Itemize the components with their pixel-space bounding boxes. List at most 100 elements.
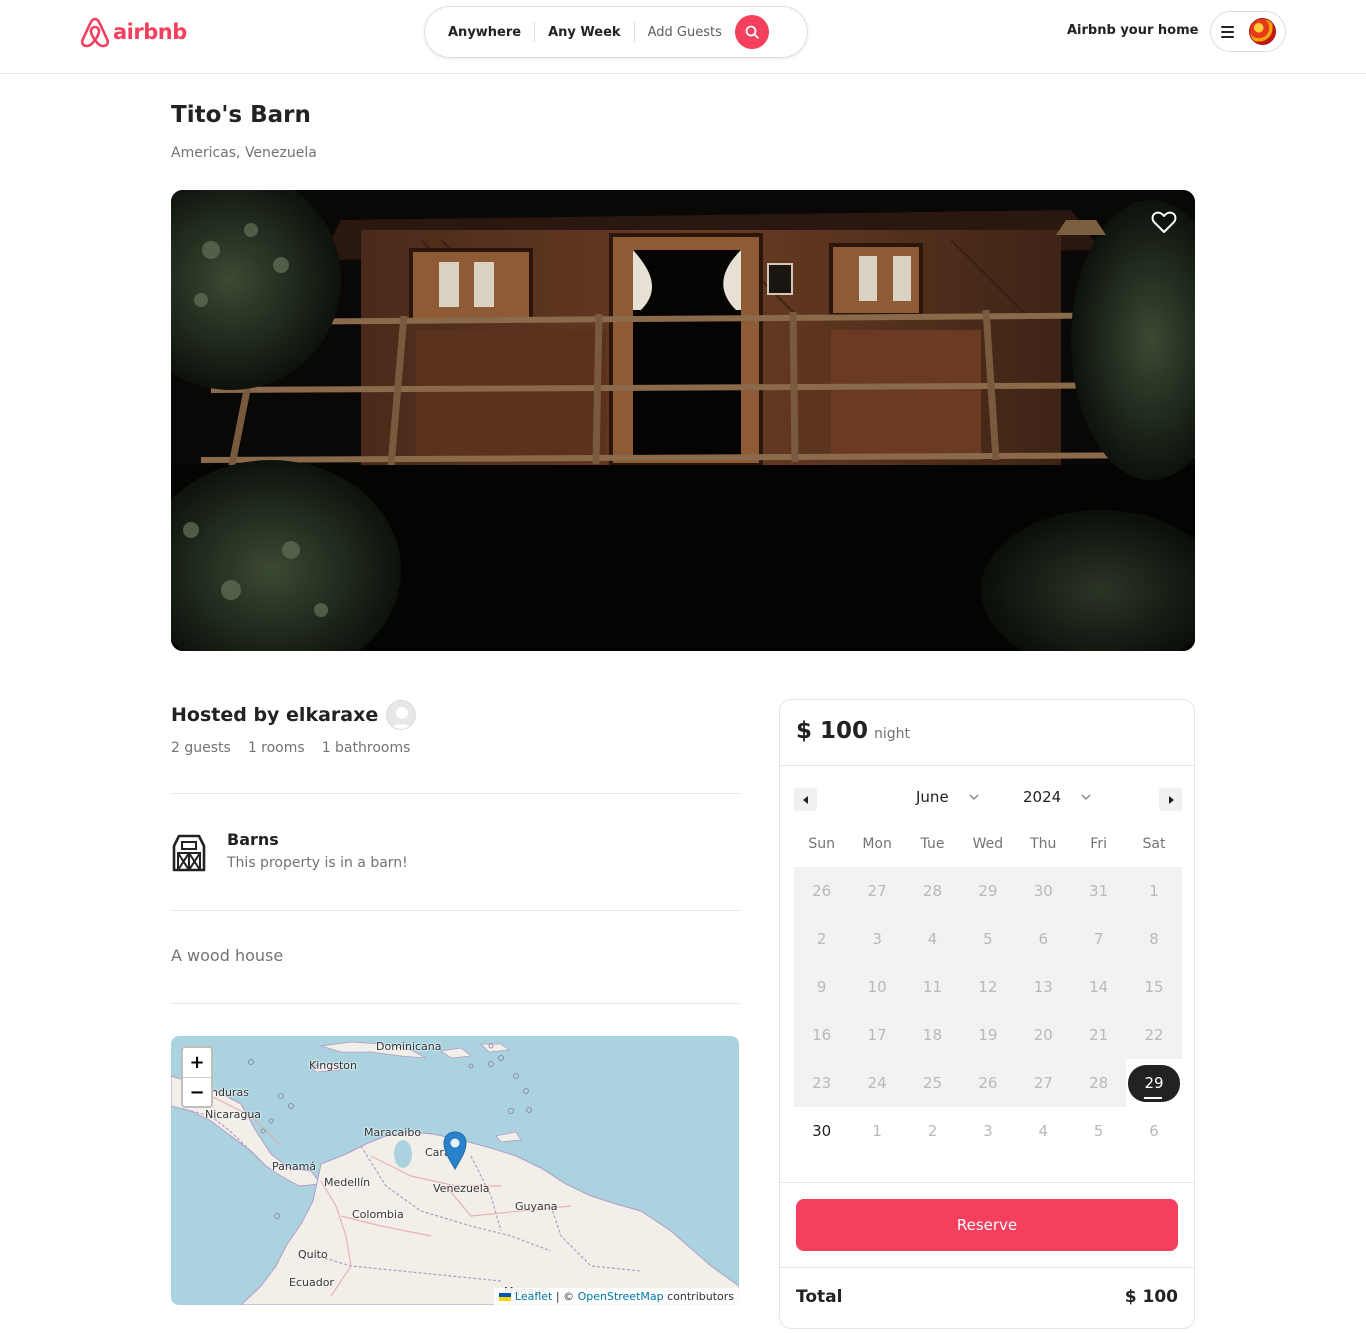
calendar-day: 14 <box>1070 963 1127 1011</box>
weekday-label: Sat <box>1142 836 1166 852</box>
osm-link[interactable]: OpenStreetMap <box>578 1290 664 1303</box>
host-avatar <box>386 700 417 730</box>
calendar-days: 26 27 28 29 30 31 1 2 3 4 5 6 7 8 9 10 11 12 13 14 15 16 17 18 1… <box>794 867 1182 1155</box>
calendar-day: 23 <box>794 1059 850 1107</box>
calendar-day: 1 <box>872 1122 882 1140</box>
calendar-day: 30 <box>1015 867 1071 915</box>
search-where[interactable]: Anywhere <box>435 25 534 40</box>
calendar-day: 26 <box>960 1059 1016 1107</box>
weekday-label: Wed <box>972 836 1004 852</box>
search-when[interactable]: Any Week <box>535 25 633 40</box>
category-title: Barns <box>227 830 279 849</box>
year-select[interactable]: 2024 <box>1023 788 1091 806</box>
calendar-nav: June 2024 <box>794 788 1182 812</box>
attribution-separator: | © <box>552 1290 578 1303</box>
calendar-day: 10 <box>849 963 905 1011</box>
chevron-down-icon <box>969 794 979 801</box>
calendar-day: 29 <box>960 867 1016 915</box>
calendar-day: 24 <box>849 1059 905 1107</box>
calendar-day: 20 <box>1015 1011 1071 1059</box>
month-select[interactable]: June <box>916 788 979 806</box>
caret-left-icon <box>802 795 808 804</box>
calendar-day: 28 <box>1070 1059 1127 1107</box>
total-label: Total <box>796 1287 843 1307</box>
calendar-day: 21 <box>1070 1011 1127 1059</box>
calendar-day: 4 <box>904 915 961 963</box>
airbnb-your-home-link[interactable]: Airbnb your home <box>1067 23 1198 38</box>
calendar-day: 8 <box>1126 915 1182 963</box>
calendar-day: 27 <box>849 867 905 915</box>
zoom-out-button[interactable]: − <box>183 1077 211 1106</box>
calendar-day: 31 <box>1070 867 1127 915</box>
logo-text: airbnb <box>113 20 187 44</box>
calendar-day: 17 <box>849 1011 905 1059</box>
calendar-day: 13 <box>1015 963 1071 1011</box>
price-row: $ 100 night <box>796 718 910 744</box>
search-guests[interactable]: Add Guests <box>635 25 735 40</box>
weekday-label: Sun <box>808 836 836 852</box>
listing-description: A wood house <box>171 946 284 965</box>
year-value: 2024 <box>1023 788 1062 806</box>
calendar-day: 12 <box>960 963 1016 1011</box>
map-label: Colombia <box>352 1208 404 1221</box>
calendar-day-selected[interactable]: 29 <box>1126 1059 1181 1107</box>
calendar-day: 22 <box>1126 1011 1182 1059</box>
next-month-button[interactable] <box>1159 788 1182 811</box>
booking-card: $ 100 night June 2024 Sun Mon Tue Wed Th… <box>779 699 1195 1329</box>
zoom-in-button[interactable]: + <box>183 1048 211 1077</box>
calendar-day: 9 <box>794 963 850 1011</box>
reserve-button[interactable]: Reserve <box>796 1199 1178 1251</box>
heart-icon <box>1151 211 1177 233</box>
calendar-day: 15 <box>1126 963 1182 1011</box>
map-label: Quito <box>298 1248 328 1261</box>
user-menu-button[interactable] <box>1210 11 1286 52</box>
listing-stats: 2 guests 1 rooms 1 bathrooms <box>171 740 410 756</box>
weekday-label: Thu <box>1030 836 1057 852</box>
category-description: This property is in a barn! <box>227 855 408 871</box>
leaflet-link[interactable]: Leaflet <box>515 1290 552 1303</box>
divider <box>171 1003 739 1004</box>
map-label: Venezuela <box>433 1182 490 1195</box>
weekday-header: Sun Mon Tue Wed Thu Fri Sat <box>794 836 1182 852</box>
nightly-price: $ 100 <box>796 718 869 744</box>
calendar-day[interactable]: 30 <box>794 1107 849 1155</box>
search-button[interactable] <box>734 15 769 49</box>
favorite-button[interactable] <box>1151 210 1177 238</box>
map-marker-icon[interactable] <box>442 1130 468 1170</box>
treehouse-photo <box>171 190 1195 651</box>
map-label: Medellín <box>324 1176 371 1189</box>
previous-month-button[interactable] <box>794 788 817 811</box>
map-tiles <box>171 1041 739 1305</box>
search-bar[interactable]: Anywhere Any Week Add Guests <box>424 6 808 58</box>
map-label: Ecuador <box>289 1276 334 1289</box>
hosted-by: Hosted by elkaraxe <box>171 704 379 726</box>
calendar-day: 11 <box>904 963 961 1011</box>
weekday-label: Mon <box>862 836 892 852</box>
map-label: Guyana <box>515 1200 558 1213</box>
calendar-day: 5 <box>960 915 1016 963</box>
calendar-day: 6 <box>1149 1122 1159 1140</box>
map-label: nduras <box>211 1086 249 1099</box>
calendar-day: 1 <box>1126 867 1182 915</box>
calendar-day: 7 <box>1070 915 1127 963</box>
weekday-label: Fri <box>1090 836 1107 852</box>
price-unit: night <box>874 726 911 742</box>
calendar-day: 25 <box>904 1059 961 1107</box>
divider <box>171 793 739 794</box>
rooms-count: 1 rooms <box>247 740 305 756</box>
map-label: Maracaibo <box>364 1126 422 1139</box>
calendar-day: 28 <box>904 867 961 915</box>
total-value: $ 100 <box>1124 1287 1178 1307</box>
calendar-day: 27 <box>1015 1059 1071 1107</box>
host-row: Hosted by elkaraxe <box>171 700 417 730</box>
chevron-down-icon <box>1081 794 1091 801</box>
top-navbar: airbnb Anywhere Any Week Add Guests Airb… <box>0 0 1366 74</box>
listing-title: Tito's Barn <box>171 102 311 128</box>
avatar <box>1249 18 1276 45</box>
listing-location: Americas, Venezuela <box>171 145 317 161</box>
bathrooms-count: 1 bathrooms <box>321 740 411 756</box>
location-map[interactable]: Dominicana Kingston nduras Nicaragua Mar… <box>171 1036 739 1305</box>
calendar-day: 16 <box>794 1011 850 1059</box>
airbnb-logo[interactable]: airbnb <box>80 15 187 49</box>
calendar-day: 4 <box>1038 1122 1049 1140</box>
